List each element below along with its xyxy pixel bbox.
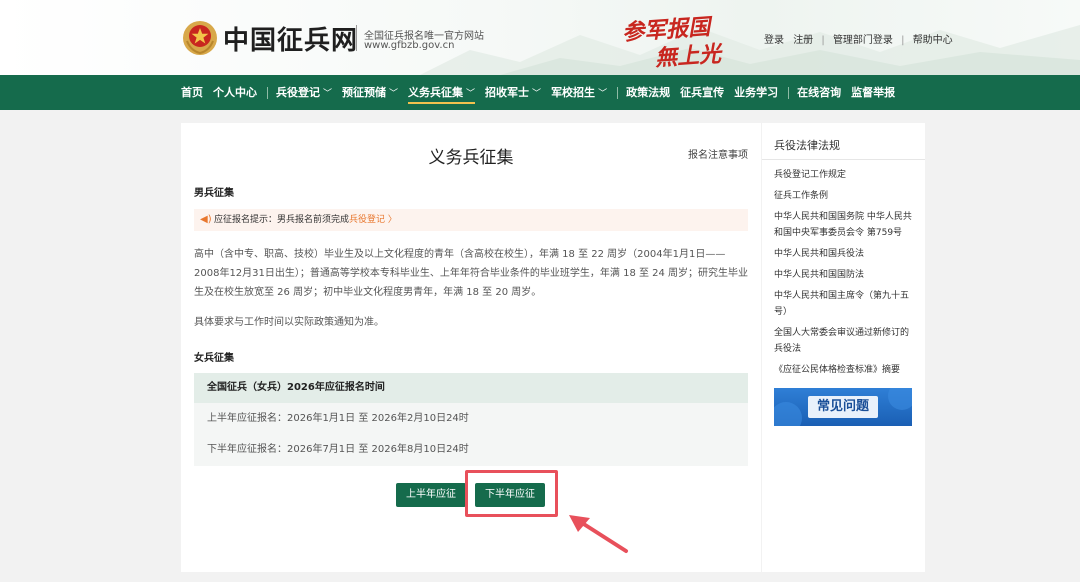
nav-label: 招收军士 [485,86,530,99]
site-name[interactable]: 中国征兵网 [223,20,358,57]
help-center-link[interactable]: 帮助中心 [913,31,953,46]
nav-item-personal-center[interactable]: 个人中心 [213,75,257,110]
policy-note: 具体要求与工作时间以实际政策通知为准。 [194,317,384,328]
law-item[interactable]: 中华人民共和国主席令（第九十五号） [774,288,916,320]
sidebar-divider [762,159,925,160]
pointer-arrow-icon [569,515,628,553]
highlight-box [465,470,558,517]
nav-item-report[interactable]: 监督举报 [851,75,895,110]
link-separator: | [821,35,825,46]
site-header: 中国征兵网 全国征兵报名唯一官方网站 www.gfbzb.gov.cn 参军报国… [0,0,1080,75]
nav-divider [788,86,790,99]
nav-label: 个人中心 [213,86,257,99]
male-section-title: 男兵征集 [194,188,234,199]
top-links: 登录 注册 | 管理部门登录 | 帮助中心 [764,31,953,46]
law-item[interactable]: 征兵工作条例 [774,188,916,204]
nav-item-military-registration[interactable]: 兵役登记 ﹀ [276,75,332,110]
nav-item-online-consult[interactable]: 在线咨询 [797,75,841,110]
link-separator: | [901,35,905,46]
law-item[interactable]: 《应征公民体格检查标准》摘要 [774,362,916,378]
nav-label: 义务兵征集 [408,86,464,99]
law-item[interactable]: 中华人民共和国国防法 [774,267,916,283]
notice-link[interactable]: 报名注意事项 [688,146,748,161]
login-link[interactable]: 登录 [764,31,784,46]
tip-text: 应征报名提示：男兵报名前须完成 [214,215,350,225]
nav-divider [617,86,619,99]
first-half-button[interactable]: 上半年应征 [396,483,466,507]
male-requirements: 高中（含中专、职高、技校）毕业生及以上文化程度的青年（含高校在校生），年满 18… [194,249,749,298]
nav-item-business-study[interactable]: 业务学习 [734,75,778,110]
law-list: 兵役登记工作规定 征兵工作条例 中华人民共和国国务院 中华人民共和国中央军事委员… [774,167,916,383]
chevron-down-icon: ﹀ [532,89,542,99]
female-schedule-table: 全国征兵（女兵）2026年应征报名时间 上半年应征报名：2026年1月1日 至 … [194,373,748,466]
nav-item-home[interactable]: 首页 [181,75,203,110]
register-link[interactable]: 注册 [793,31,813,46]
table-header: 全国征兵（女兵）2026年应征报名时间 [194,373,748,403]
nav-label: 兵役登记 [276,86,320,99]
law-item[interactable]: 兵役登记工作规定 [774,167,916,183]
table-row: 下半年应征报名：2026年7月1日 至 2026年8月10日24时 [207,444,469,455]
nav-label: 预征预储 [342,86,387,99]
registration-tip: ◀) 应征报名提示：男兵报名前须完成兵役登记 〉 [194,209,748,231]
female-section-title: 女兵征集 [194,353,234,364]
sidebar-title: 兵役法律法规 [774,139,840,152]
page-title: 义务兵征集 [428,148,514,168]
nav-divider [267,86,268,99]
nav-item-publicity[interactable]: 征兵宣传 [680,75,724,110]
speaker-icon: ◀) [200,214,212,225]
table-row: 上半年应征报名：2026年1月1日 至 2026年2月10日24时 [207,413,469,424]
nav-label: 监督举报 [851,86,896,99]
nav-label: 政策法规 [626,86,671,99]
site-url: www.gfbzb.gov.cn [364,40,455,51]
admin-login-link[interactable]: 管理部门登录 [833,31,893,46]
military-registration-link[interactable]: 兵役登记 〉 [349,215,397,225]
chevron-down-icon: ﹀ [598,89,608,99]
chevron-down-icon: ﹀ [466,89,476,99]
nav-item-policy[interactable]: 政策法规 [626,75,670,110]
law-item[interactable]: 中华人民共和国国务院 中华人民共和国中央军事委员会令 第759号 [774,209,916,241]
nav-item-pre-enlistment[interactable]: 预征预储 ﹀ [342,75,398,110]
nav-item-sergeant-recruit[interactable]: 招收军士 ﹀ [485,75,541,110]
header-divider [356,25,357,51]
nav-label: 业务学习 [734,86,779,99]
slogan-calligraphy: 参军报国 無上光榮 [618,12,728,72]
law-item[interactable]: 中华人民共和国兵役法 [774,246,916,262]
nav-item-conscription[interactable]: 义务兵征集 ﹀ [408,75,476,110]
sidebar: 兵役法律法规 兵役登记工作规定 征兵工作条例 中华人民共和国国务院 中华人民共和… [762,123,925,572]
emblem-icon[interactable] [181,19,219,57]
chevron-down-icon: ﹀ [389,89,399,99]
faq-label: 常见问题 [808,396,878,418]
slogan-line-2: 無上光榮 [654,40,722,72]
law-item[interactable]: 全国人大常委会审议通过新修订的兵役法 [774,325,916,357]
nav-items: 首页 个人中心 兵役登记 ﹀ 预征预储 ﹀ 义务兵征集 ﹀ 招收军士 ﹀ 军校招生 ﹀ 政… [181,75,905,110]
chevron-down-icon: ﹀ [323,89,333,99]
nav-label: 征兵宣传 [680,86,725,99]
main-nav: 首页 个人中心 兵役登记 ﹀ 预征预储 ﹀ 义务兵征集 ﹀ 招收军士 ﹀ 军校招生 ﹀ 政… [0,75,1080,110]
faq-banner[interactable]: 常见问题 [774,388,912,426]
nav-label: 军校招生 [551,86,596,99]
nav-label: 在线咨询 [797,86,842,99]
nav-item-military-academy[interactable]: 军校招生 ﹀ [551,75,607,110]
nav-label: 首页 [181,86,203,99]
